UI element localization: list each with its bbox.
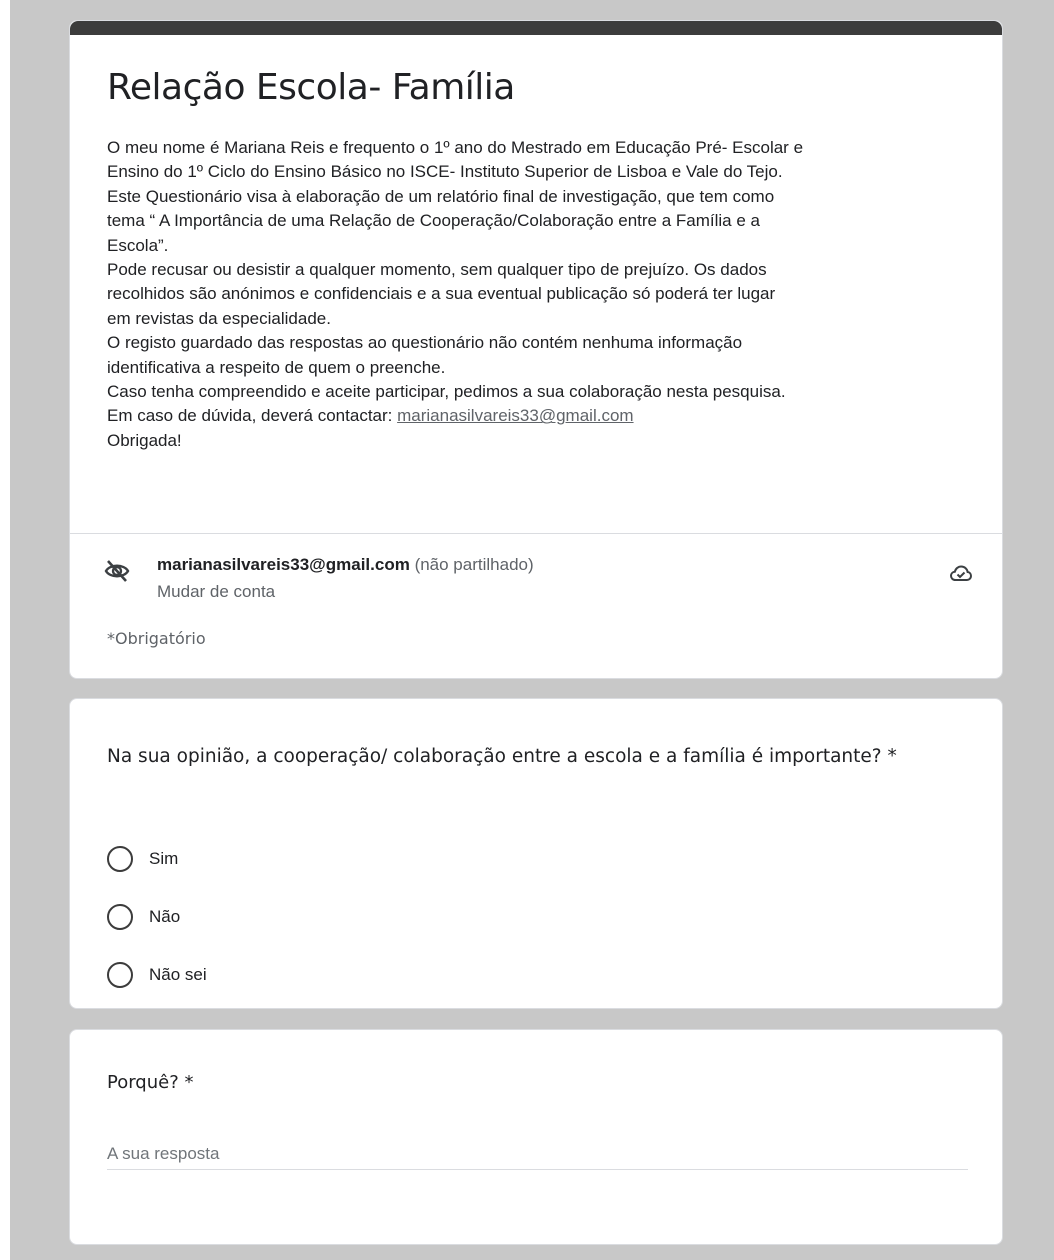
radio-label: Não sei [149,964,207,984]
description-line: O registo guardado das respostas ao ques… [107,333,743,353]
page-margin [0,0,10,1260]
description-line: Caso tenha compreendido e aceite partici… [107,382,786,402]
radio-option[interactable]: Sim [107,844,207,873]
question-card: Na sua opinião, a cooperação/ colaboraçã… [69,698,1003,1009]
eye-off-icon [104,560,130,582]
radio-option[interactable]: Não [107,902,207,931]
form-header-card: Relação Escola- Família O meu nome é Mar… [69,20,1003,679]
description-line: Este Questionário visa à elaboração de u… [107,186,775,206]
radio-option[interactable]: Não sei [107,960,207,989]
contact-prefix: Em caso de dúvida, deverá contactar: [107,406,398,426]
question-title: Na sua opinião, a cooperação/ colaboraçã… [107,746,897,767]
divider [70,533,1002,534]
cloud-done-icon [949,565,973,581]
question-title: Porquê? * [107,1072,194,1093]
radio-label: Não [149,906,181,926]
header-accent-bar [70,21,1002,35]
form-description: O meu nome é Mariana Reis e frequento o … [107,136,987,453]
question-card: Porquê? * [69,1029,1003,1245]
description-line: tema “ A Importância de uma Relação de C… [107,211,760,231]
form-title: Relação Escola- Família [107,67,515,108]
description-line: O meu nome é Mariana Reis e frequento o … [107,138,804,157]
description-line: Ensino do 1º Ciclo do Ensino Básico no I… [107,162,783,182]
answer-input[interactable] [107,1138,968,1170]
switch-account-link[interactable]: Mudar de conta [157,582,275,602]
contact-email-link[interactable]: marianasilvareis33@gmail.com [397,406,633,425]
radio-button[interactable] [107,903,133,930]
radio-button[interactable] [107,845,133,872]
thanks-line: Obrigada! [107,430,182,450]
description-line: Escola”. [107,235,169,255]
description-line: identificativa a respeito de quem o pree… [107,357,446,377]
required-note: *Obrigatório [107,629,206,648]
description-line: Pode recusar ou desistir a qualquer mome… [107,260,767,280]
contact-line: Em caso de dúvida, deverá contactar: mar… [107,404,987,428]
account-email: marianasilvareis33@gmail.com [157,555,410,574]
not-shared-note: (não partilhado) [414,555,534,574]
radio-label: Sim [149,848,179,868]
account-email-text: marianasilvareis33@gmail.com (não partil… [157,555,534,575]
account-row: marianasilvareis33@gmail.com (não partil… [103,555,973,605]
radio-button[interactable] [107,961,133,988]
description-line: em revistas da especialidade. [107,308,331,328]
description-line: recolhidos são anónimos e confidenciais … [107,284,776,304]
radio-group: Sim Não Não sei [107,844,207,1018]
